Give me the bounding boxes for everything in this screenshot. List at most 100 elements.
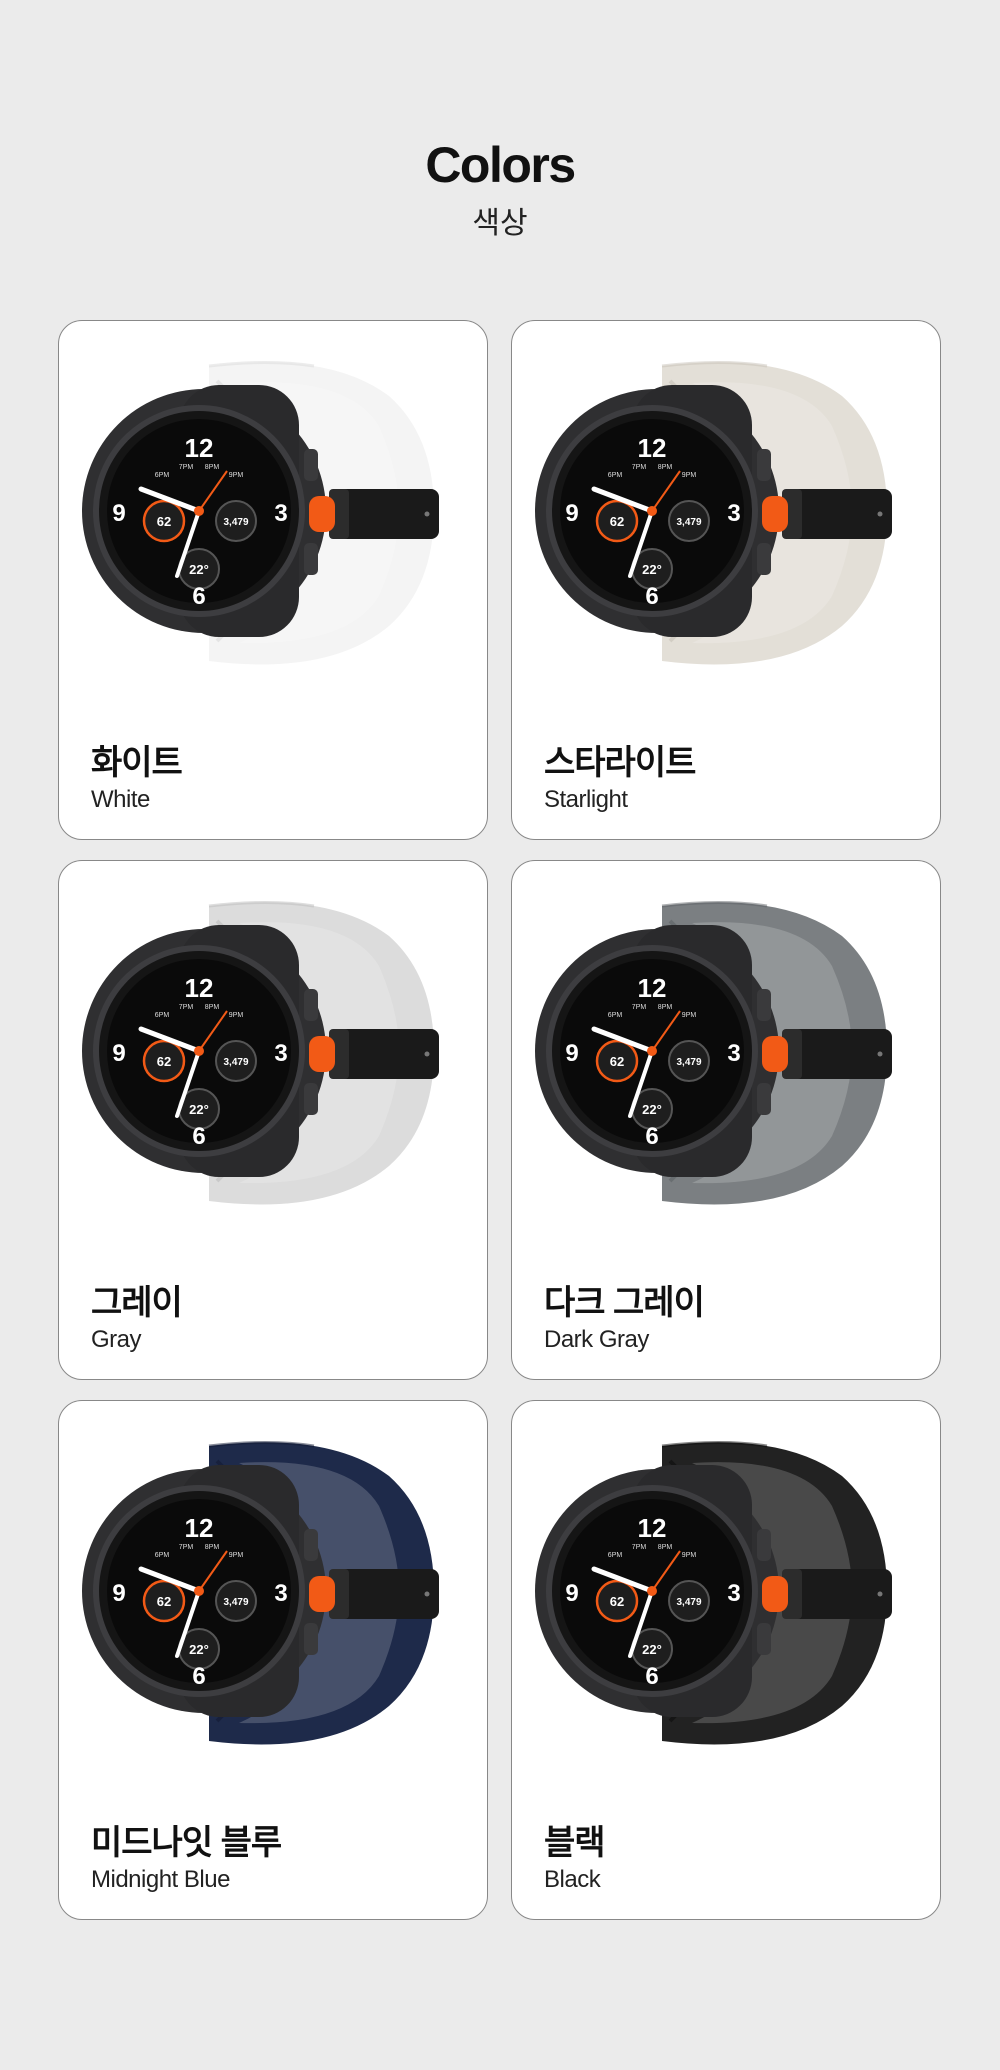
forecast-6pm: 6PM xyxy=(608,1012,623,1019)
color-name-korean: 다크 그레이 xyxy=(544,1284,705,1322)
clasp-dot xyxy=(424,1051,430,1057)
numeral-3: 3 xyxy=(727,1580,740,1607)
forecast-9pm: 9PM xyxy=(682,472,697,479)
forecast-7pm: 7PM xyxy=(179,464,194,471)
heart-rate-value: 62 xyxy=(157,1594,171,1609)
forecast-7pm: 7PM xyxy=(632,1544,647,1551)
forecast-7pm: 7PM xyxy=(632,1004,647,1011)
numeral-9: 9 xyxy=(112,1580,125,1607)
numeral-12: 12 xyxy=(185,433,214,463)
side-button-top xyxy=(757,1529,771,1561)
side-button-bottom xyxy=(304,1623,318,1655)
color-name-english: Gray xyxy=(91,1326,142,1353)
color-name-korean: 블랙 xyxy=(544,1824,606,1862)
heart-rate-value: 62 xyxy=(610,1054,624,1069)
color-card-midnight-blue[interactable]: 12 3 6 9 6PM 7PM 8PM 9PM 62 3,479 22° 미드… xyxy=(58,1400,488,1920)
color-name-english: Starlight xyxy=(544,786,628,813)
clasp-dot xyxy=(424,511,430,517)
color-name-english: Dark Gray xyxy=(544,1326,649,1353)
numeral-12: 12 xyxy=(638,433,667,463)
forecast-9pm: 9PM xyxy=(229,1552,244,1559)
orange-button xyxy=(762,1036,788,1072)
numeral-12: 12 xyxy=(638,973,667,1003)
temp-value: 22° xyxy=(642,1102,662,1117)
temp-value: 22° xyxy=(642,562,662,577)
forecast-9pm: 9PM xyxy=(682,1012,697,1019)
numeral-9: 9 xyxy=(112,1040,125,1067)
color-name-english: White xyxy=(91,786,150,813)
steps-value: 3,479 xyxy=(676,517,701,528)
numeral-12: 12 xyxy=(185,1513,214,1543)
color-card-white[interactable]: 12 3 6 9 6PM 7PM 8PM 9PM 62 3,479 22° 화이… xyxy=(58,320,488,840)
watch-image: 12 3 6 9 6PM 7PM 8PM 9PM 62 3,479 22° xyxy=(82,901,439,1205)
orange-button xyxy=(309,496,335,532)
numeral-3: 3 xyxy=(274,1580,287,1607)
numeral-3: 3 xyxy=(727,500,740,527)
temp-value: 22° xyxy=(189,1642,209,1657)
heart-rate-value: 62 xyxy=(157,1054,171,1069)
numeral-6: 6 xyxy=(645,1123,658,1150)
orange-button xyxy=(762,496,788,532)
side-button-top xyxy=(757,449,771,481)
forecast-6pm: 6PM xyxy=(608,472,623,479)
watch-image: 12 3 6 9 6PM 7PM 8PM 9PM 62 3,479 22° xyxy=(535,361,892,665)
numeral-9: 9 xyxy=(565,1580,578,1607)
forecast-9pm: 9PM xyxy=(229,1012,244,1019)
forecast-6pm: 6PM xyxy=(155,1012,170,1019)
forecast-6pm: 6PM xyxy=(155,1552,170,1559)
forecast-9pm: 9PM xyxy=(229,472,244,479)
numeral-9: 9 xyxy=(565,500,578,527)
color-card-dark-gray[interactable]: 12 3 6 9 6PM 7PM 8PM 9PM 62 3,479 22° 다크… xyxy=(511,860,941,1380)
hand-pivot xyxy=(647,1586,657,1596)
color-card-black[interactable]: 12 3 6 9 6PM 7PM 8PM 9PM 62 3,479 22° 블랙… xyxy=(511,1400,941,1920)
orange-button xyxy=(309,1036,335,1072)
steps-value: 3,479 xyxy=(223,1597,248,1608)
numeral-6: 6 xyxy=(645,1663,658,1690)
hand-pivot xyxy=(647,506,657,516)
color-name-korean: 화이트 xyxy=(91,744,183,782)
forecast-7pm: 7PM xyxy=(179,1004,194,1011)
color-name-korean: 미드나잇 블루 xyxy=(91,1824,282,1862)
forecast-7pm: 7PM xyxy=(632,464,647,471)
page-title: Colors xyxy=(425,137,576,193)
watch-image: 12 3 6 9 6PM 7PM 8PM 9PM 62 3,479 22° xyxy=(82,1441,439,1745)
hand-pivot xyxy=(194,1586,204,1596)
orange-button xyxy=(762,1576,788,1612)
temp-value: 22° xyxy=(189,1102,209,1117)
heart-rate-value: 62 xyxy=(610,1594,624,1609)
steps-value: 3,479 xyxy=(223,517,248,528)
side-button-bottom xyxy=(304,543,318,575)
numeral-12: 12 xyxy=(638,1513,667,1543)
numeral-9: 9 xyxy=(112,500,125,527)
numeral-3: 3 xyxy=(727,1040,740,1067)
numeral-6: 6 xyxy=(192,1123,205,1150)
hand-pivot xyxy=(194,506,204,516)
color-name-english: Midnight Blue xyxy=(91,1866,230,1893)
numeral-6: 6 xyxy=(192,583,205,610)
heart-rate-value: 62 xyxy=(157,514,171,529)
color-card-gray[interactable]: 12 3 6 9 6PM 7PM 8PM 9PM 62 3,479 22° 그레… xyxy=(58,860,488,1380)
forecast-6pm: 6PM xyxy=(155,472,170,479)
watch-image: 12 3 6 9 6PM 7PM 8PM 9PM 62 3,479 22° xyxy=(535,1441,892,1745)
watch-image: 12 3 6 9 6PM 7PM 8PM 9PM 62 3,479 22° xyxy=(82,361,439,665)
temp-value: 22° xyxy=(642,1642,662,1657)
color-name-korean: 스타라이트 xyxy=(544,744,696,782)
color-name-english: Black xyxy=(544,1866,601,1893)
clasp-dot xyxy=(424,1591,430,1597)
numeral-6: 6 xyxy=(645,583,658,610)
clasp-dot xyxy=(877,1591,883,1597)
numeral-3: 3 xyxy=(274,1040,287,1067)
heart-rate-value: 62 xyxy=(610,514,624,529)
numeral-9: 9 xyxy=(565,1040,578,1067)
color-name-korean: 그레이 xyxy=(91,1284,183,1322)
side-button-top xyxy=(757,989,771,1021)
forecast-6pm: 6PM xyxy=(608,1552,623,1559)
clasp-dot xyxy=(877,1051,883,1057)
watch-image: 12 3 6 9 6PM 7PM 8PM 9PM 62 3,479 22° xyxy=(535,901,892,1205)
temp-value: 22° xyxy=(189,562,209,577)
orange-button xyxy=(309,1576,335,1612)
side-button-bottom xyxy=(757,543,771,575)
forecast-8pm: 8PM xyxy=(658,464,673,471)
forecast-8pm: 8PM xyxy=(205,464,220,471)
color-card-starlight[interactable]: 12 3 6 9 6PM 7PM 8PM 9PM 62 3,479 22° 스타… xyxy=(511,320,941,840)
